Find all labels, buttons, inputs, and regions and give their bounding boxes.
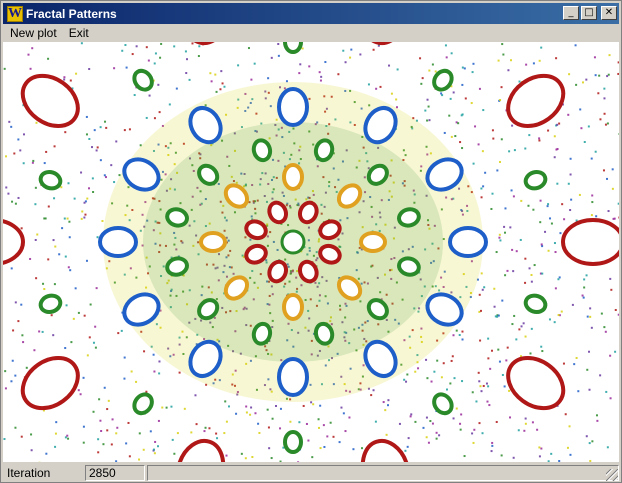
minimize-button[interactable]: _	[563, 6, 579, 20]
iteration-label: Iteration	[7, 465, 51, 480]
close-button[interactable]: ✕	[601, 6, 617, 20]
fractal-pattern-image	[3, 42, 619, 462]
fractal-canvas[interactable]	[3, 42, 619, 462]
menu-new-plot[interactable]: New plot	[5, 26, 62, 40]
status-bar: Iteration 2850	[3, 463, 619, 482]
title-bar[interactable]: W Fractal Patterns _ □ ✕	[3, 3, 619, 24]
resize-grip-icon[interactable]	[606, 469, 618, 481]
menu-exit[interactable]: Exit	[64, 26, 94, 40]
status-panel	[147, 464, 619, 481]
window-title: Fractal Patterns	[26, 6, 117, 21]
maximize-button[interactable]: □	[581, 6, 597, 20]
app-window: W Fractal Patterns _ □ ✕ New plot Exit I…	[0, 0, 622, 483]
app-logo-icon: W	[7, 5, 23, 22]
iteration-value: 2850	[85, 464, 145, 481]
menu-bar: New plot Exit	[3, 24, 619, 42]
